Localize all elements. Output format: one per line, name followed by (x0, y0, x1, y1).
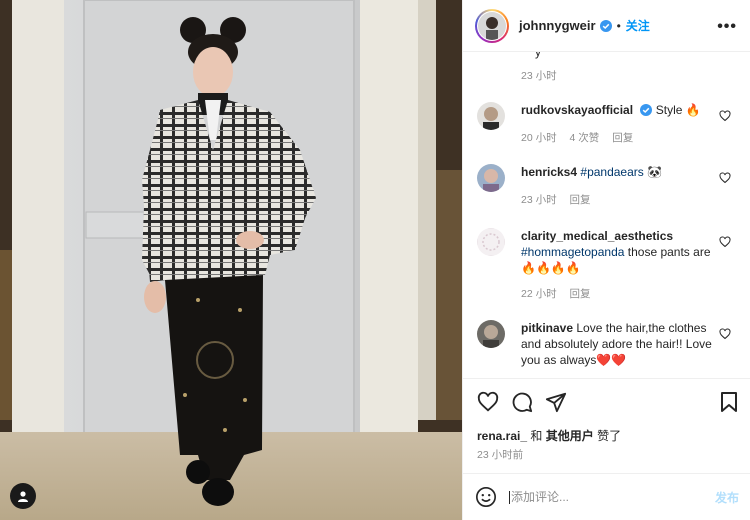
comment-time: 22 小时 (521, 288, 557, 300)
commenter-username[interactable]: pitkinave (521, 321, 573, 335)
commenter-avatar[interactable] (477, 320, 505, 348)
author-avatar[interactable] (475, 8, 509, 43)
commenter-avatar[interactable] (477, 102, 505, 130)
heart-icon[interactable] (477, 391, 499, 413)
comment-body: clarity_medical_aesthetics #hommagetopan… (521, 228, 721, 276)
likes-suffix: 赞了 (597, 429, 622, 443)
comment-like-icon[interactable] (719, 236, 731, 248)
text-caret (509, 490, 510, 504)
follow-button[interactable]: 关注 (626, 17, 650, 34)
comment-time: 23 小时 (521, 70, 557, 82)
comment-like-icon[interactable] (719, 172, 731, 184)
comment-text: Style 🔥 (655, 103, 701, 117)
comment-likes[interactable]: 4 次赞 (570, 132, 600, 144)
comment-list[interactable]: y 23 小时 rudkovskayaofficial Style 🔥 20 小… (463, 52, 750, 378)
hashtag-link[interactable]: #hommagetopanda (521, 245, 624, 259)
more-options-icon[interactable]: ••• (717, 18, 737, 36)
previous-comment-tail: y (535, 52, 541, 59)
emoji-icon[interactable] (475, 486, 497, 508)
user-tag-icon[interactable] (10, 483, 36, 509)
comment-input[interactable] (511, 490, 701, 504)
action-icons (477, 391, 567, 413)
post-comment-button[interactable]: 发布 (715, 489, 739, 506)
verified-badge-icon (640, 104, 653, 116)
photo-image (0, 0, 462, 520)
separator-dot: • (616, 18, 621, 33)
comment-text: those pants are (627, 245, 711, 259)
commenter-avatar[interactable] (477, 164, 505, 192)
reply-button[interactable]: 回复 (570, 194, 591, 206)
hashtag-link[interactable]: #pandaears (580, 165, 643, 179)
commenter-username[interactable]: clarity_medical_aesthetics (521, 229, 673, 243)
reply-button[interactable]: 回复 (612, 132, 633, 144)
comment-meta: 22 小时 回复 (521, 286, 601, 301)
bookmark-icon[interactable] (719, 391, 739, 413)
comment-meta: 23 小时 (521, 68, 567, 83)
post-actions: rena.rai_ 和 其他用户 赞了 23 小时前 (463, 378, 750, 472)
reply-button[interactable]: 回复 (570, 288, 591, 300)
post-timestamp[interactable]: 23 小时前 (477, 447, 523, 462)
verified-badge-icon (599, 19, 612, 32)
likes-connector: 和 (530, 429, 543, 443)
commenter-avatar[interactable] (477, 228, 505, 256)
likes-summary[interactable]: rena.rai_ 和 其他用户 赞了 (477, 427, 621, 444)
comment-meta: 23 小时 回复 (521, 192, 601, 207)
author-username[interactable]: johnnygweir (519, 18, 596, 33)
comment-meta: 20 小时 4 次赞 回复 (521, 130, 643, 145)
post-header: johnnygweir • 关注 ••• (463, 0, 750, 52)
comment-icon[interactable] (511, 391, 533, 413)
post-side-panel: johnnygweir • 关注 ••• y 23 小时 rudkovskaya… (462, 0, 750, 520)
comment-like-icon[interactable] (719, 110, 731, 122)
add-comment-bar: 发布 (463, 473, 750, 520)
comment-like-icon[interactable] (719, 328, 731, 340)
comment-time: 23 小时 (521, 194, 557, 206)
share-icon[interactable] (545, 391, 567, 413)
comment-text: 🐼 (647, 165, 663, 179)
comment-time: 20 小时 (521, 132, 557, 144)
comment-body: pitkinave Love the hair,the clothes and … (521, 320, 721, 368)
commenter-username[interactable]: henricks4 (521, 165, 577, 179)
commenter-username[interactable]: rudkovskayaofficial (521, 103, 633, 117)
comment-emoji: 🔥🔥🔥🔥 (521, 261, 581, 275)
comment-body: henricks4 #pandaears 🐼 (521, 164, 721, 180)
post-photo[interactable] (0, 0, 462, 520)
likes-others[interactable]: 其他用户 (546, 429, 594, 443)
comment-body: rudkovskayaofficial Style 🔥 (521, 102, 721, 118)
liker-username[interactable]: rena.rai_ (477, 429, 527, 443)
